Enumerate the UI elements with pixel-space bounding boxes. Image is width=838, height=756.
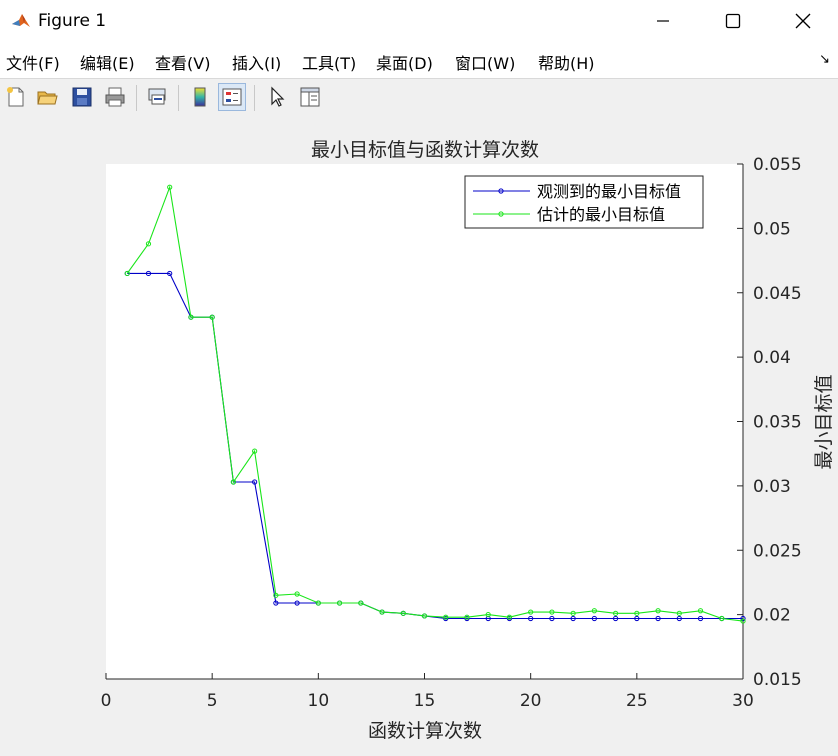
toolbar-separator — [254, 85, 255, 111]
line-chart[interactable]: 最小目标值与函数计算次数 0 5 10 15 20 25 300.015 0.02 0.025 0… — [0, 117, 838, 752]
print-button[interactable] — [101, 83, 129, 111]
figure-toolbar — [0, 78, 838, 118]
minimize-button[interactable] — [628, 0, 698, 42]
maximize-button[interactable] — [698, 0, 768, 42]
y-tick-label: 0.035 — [753, 413, 802, 433]
x-tick-label: 20 — [520, 691, 542, 711]
maximize-icon — [725, 13, 741, 29]
toolbar-separator — [178, 85, 179, 111]
menu-view[interactable]: 查看(V) — [155, 50, 210, 74]
legend-icon — [222, 88, 242, 106]
legend-entry-label: 估计的最小目标值 — [537, 205, 665, 224]
new-figure-icon — [7, 87, 24, 107]
y-tick-label: 0.04 — [753, 348, 791, 368]
menu-file[interactable]: 文件(F) — [6, 50, 60, 74]
property-editor-button[interactable] — [296, 83, 324, 111]
y-tick-label: 0.05 — [753, 219, 791, 239]
menu-help[interactable]: 帮助(H) — [538, 50, 595, 74]
matlab-logo-icon — [10, 10, 32, 32]
link-plot-button[interactable] — [143, 83, 171, 111]
x-tick-label: 10 — [308, 691, 330, 711]
window-title: Figure 1 — [38, 11, 107, 31]
colorbar-button[interactable] — [186, 83, 214, 111]
x-tick-label: 30 — [732, 691, 754, 711]
colorbar-icon — [194, 87, 206, 107]
pointer-button[interactable] — [262, 83, 290, 111]
x-tick-label: 15 — [414, 691, 436, 711]
plot-area[interactable] — [106, 164, 743, 679]
property-editor-icon — [300, 87, 320, 107]
save-button[interactable] — [68, 83, 96, 111]
x-tick-label: 25 — [626, 691, 648, 711]
legend-entry-label: 观测到的最小目标值 — [537, 182, 681, 201]
toolbar-separator — [136, 85, 137, 111]
menu-edit[interactable]: 编辑(E) — [80, 50, 135, 74]
link-plot-icon — [148, 88, 166, 105]
x-tick-label: 0 — [101, 691, 112, 711]
close-button[interactable] — [768, 0, 838, 42]
menu-bar: 文件(F) 编辑(E) 查看(V) 插入(I) 工具(T) 桌面(D) 窗口(W… — [0, 42, 838, 78]
y-tick-label: 0.02 — [753, 606, 791, 626]
y-tick-label: 0.045 — [753, 284, 802, 304]
x-tick-label: 5 — [207, 691, 218, 711]
open-file-button[interactable] — [33, 83, 61, 111]
chart-title: 最小目标值与函数计算次数 — [311, 139, 539, 161]
menu-desktop[interactable]: 桌面(D) — [376, 50, 433, 74]
x-axis-label: 函数计算次数 — [368, 720, 482, 742]
save-icon — [72, 87, 92, 107]
figure-canvas: 最小目标值与函数计算次数 0 5 10 15 20 25 30 0.015 0.02 0.025 0… — [0, 117, 838, 752]
menu-insert[interactable]: 插入(I) — [232, 50, 281, 74]
y-tick-label: 0.055 — [753, 155, 802, 175]
menu-window[interactable]: 窗口(W) — [455, 50, 515, 74]
minimize-icon — [657, 20, 669, 22]
open-file-icon — [37, 91, 58, 105]
pointer-icon — [271, 86, 285, 107]
legend-button[interactable] — [218, 83, 246, 111]
y-tick-label: 0.025 — [753, 541, 802, 561]
new-figure-button[interactable] — [2, 83, 30, 111]
y-tick-label: 0.03 — [753, 477, 791, 497]
menu-tools[interactable]: 工具(T) — [302, 50, 356, 74]
dock-arrow-icon[interactable]: ↘ — [819, 52, 830, 67]
close-icon — [795, 13, 811, 29]
y-axis-label: 最小目标值 — [813, 374, 835, 469]
y-tick-label: 0.015 — [753, 670, 802, 690]
print-icon — [105, 87, 125, 107]
window-title-bar: Figure 1 — [0, 0, 838, 42]
